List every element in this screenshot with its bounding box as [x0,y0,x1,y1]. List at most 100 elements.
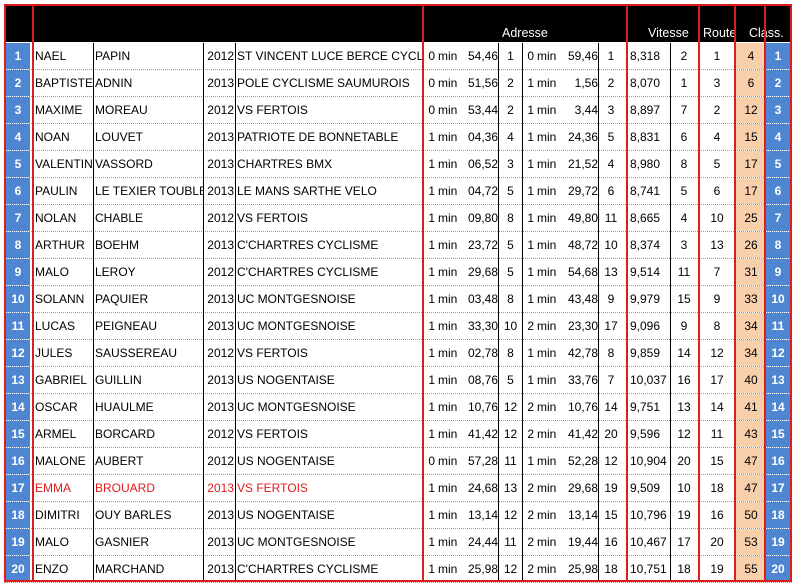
table-row: 18 DIMITRI OUY BARLES 2013 US NOGENTAISE 1 min… [4,502,792,529]
last-name: SAUSSEREAU [95,346,178,360]
last-name: OUY BARLES [95,508,172,522]
speed-rank: 7 [680,103,688,117]
lap1-minutes: 1 [428,562,435,576]
lap2-minutes: 1 [527,157,534,171]
speed: 9,514 [630,265,661,279]
lap1-seconds: 25,98 [467,562,498,576]
lap2-min-unit: min [537,76,557,90]
lap2-minutes: 2 [527,319,534,333]
cell-divider [522,43,523,582]
speed: 8,665 [630,211,661,225]
rank-left: 17 [6,475,30,501]
lap2-rank: 17 [604,319,618,333]
first-name: PAULIN [35,184,78,198]
last-name: VASSORD [95,157,153,171]
lap2-rank: 4 [607,157,615,171]
speed-rank: 18 [677,562,691,576]
speed: 10,796 [630,508,667,522]
last-name: PAQUIER [95,292,149,306]
cell-divider [498,43,499,582]
birth-year: 2013 [207,76,234,90]
lap2-seconds: 48,72 [567,238,598,252]
lap2-min-unit: min [537,400,557,414]
first-name: ARTHUR [35,238,85,252]
club: C'CHARTRES CYCLISME [237,265,379,279]
speed-rank: 20 [677,454,691,468]
speed-rank: 16 [677,373,691,387]
speed: 8,831 [630,130,661,144]
lap2-seconds: 10,76 [567,400,598,414]
club: C'CHARTRES CYCLISME [237,238,379,252]
lap1-rank: 5 [507,184,514,198]
speed-rank: 9 [680,319,688,333]
last-name: LOUVET [95,130,144,144]
lap2-seconds: 19,44 [567,535,598,549]
lap1-rank: 2 [507,103,514,117]
lap2-rank: 13 [604,265,618,279]
first-name: DIMITRI [35,508,80,522]
first-name: MALONE [35,454,86,468]
first-name: OSCAR [35,400,78,414]
route-rank: 4 [713,130,721,144]
speed: 10,904 [630,454,667,468]
first-name: ARMEL [35,427,77,441]
column-divider [422,4,424,582]
total-points: 26 [736,232,766,258]
lap2-minutes: 2 [527,535,534,549]
lap2-minutes: 1 [527,184,534,198]
speed-rank: 2 [680,49,688,63]
lap1-seconds: 04,36 [467,130,498,144]
lap2-rank: 20 [604,427,618,441]
birth-year: 2013 [207,535,234,549]
lap2-seconds: 43,48 [567,292,598,306]
rank-right: 17 [766,475,790,501]
lap1-minutes: 1 [428,481,435,495]
table-row: 11 LUCAS PEIGNEAU 2013 UC MONTGESNOISE 1 min 33… [4,313,792,340]
last-name: LE TEXIER TOUBLET [95,184,203,198]
speed: 9,509 [630,481,661,495]
lap2-rank: 14 [604,400,618,414]
lap1-rank: 5 [507,265,514,279]
lap1-minutes: 1 [428,130,435,144]
route-rank: 17 [710,373,724,387]
rank-left: 8 [6,232,30,258]
lap2-minutes: 1 [527,238,534,252]
route-rank: 8 [713,319,721,333]
lap2-min-unit: min [537,292,557,306]
first-name: MAXIME [35,103,83,117]
lap1-seconds: 51,56 [467,76,498,90]
lap1-seconds: 41,42 [467,427,498,441]
lap2-rank: 2 [607,76,615,90]
lap2-seconds: 29,72 [567,184,598,198]
lap1-seconds: 54,46 [467,49,498,63]
total-points: 12 [736,97,766,123]
route-rank: 1 [713,49,721,63]
route-rank: 6 [713,184,721,198]
total-points: 47 [736,448,766,474]
speed-rank: 19 [677,508,691,522]
last-name: BORCARD [95,427,156,441]
rank-left: 11 [6,313,30,339]
lap1-minutes: 1 [428,400,435,414]
lap2-seconds: 21,52 [567,157,598,171]
lap1-seconds: 24,68 [467,481,498,495]
speed: 10,467 [630,535,667,549]
total-points: 43 [736,421,766,447]
lap2-min-unit: min [537,508,557,522]
rank-right: 9 [766,259,790,285]
lap2-min-unit: min [537,427,557,441]
lap1-seconds: 04,72 [467,184,498,198]
speed-rank: 12 [677,427,691,441]
lap1-rank: 1 [507,49,514,63]
lap2-rank: 10 [604,238,618,252]
lap1-seconds: 24,44 [467,535,498,549]
speed-rank: 8 [680,157,688,171]
lap2-min-unit: min [537,103,557,117]
lap1-minutes: 1 [428,508,435,522]
speed: 8,741 [630,184,661,198]
rank-right: 7 [766,205,790,231]
route-rank: 3 [713,76,721,90]
lap2-seconds: 33,76 [567,373,598,387]
cell-divider [670,43,671,582]
lap2-rank: 9 [607,292,615,306]
